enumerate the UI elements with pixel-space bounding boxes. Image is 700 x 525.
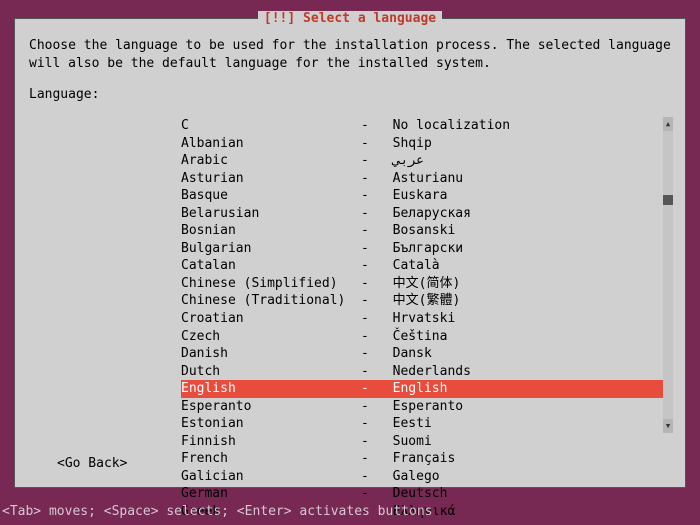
language-native: Asturianu xyxy=(377,170,669,188)
language-name: Bosnian xyxy=(181,222,361,240)
language-option[interactable]: Asturian- Asturianu xyxy=(181,170,673,188)
separator: - xyxy=(361,450,377,468)
language-native: English xyxy=(377,380,669,398)
language-name: Albanian xyxy=(181,135,361,153)
separator: - xyxy=(361,468,377,486)
language-option[interactable]: German- Deutsch xyxy=(181,485,673,503)
language-native: Bosanski xyxy=(377,222,669,240)
language-name: Catalan xyxy=(181,257,361,275)
separator: - xyxy=(361,187,377,205)
separator: - xyxy=(361,415,377,433)
language-native: عربي xyxy=(377,152,669,170)
separator: - xyxy=(361,380,377,398)
language-name: Dutch xyxy=(181,363,361,381)
language-option[interactable]: Chinese (Traditional)- 中文(繁體) xyxy=(181,292,673,310)
language-native: No localization xyxy=(377,117,669,135)
language-name: Belarusian xyxy=(181,205,361,223)
language-option[interactable]: Belarusian- Беларуская xyxy=(181,205,673,223)
scroll-down-arrow[interactable]: ▾ xyxy=(663,419,673,433)
language-option[interactable]: Bulgarian- Български xyxy=(181,240,673,258)
language-option[interactable]: C- No localization xyxy=(181,117,673,135)
language-option[interactable]: Arabic- عربي xyxy=(181,152,673,170)
separator: - xyxy=(361,328,377,346)
language-native: 中文(简体) xyxy=(377,275,669,293)
scroll-track[interactable] xyxy=(663,131,673,419)
language-option[interactable]: Albanian- Shqip xyxy=(181,135,673,153)
language-name: C xyxy=(181,117,361,135)
language-native: Deutsch xyxy=(377,485,669,503)
scroll-up-arrow[interactable]: ▴ xyxy=(663,117,673,131)
separator: - xyxy=(361,433,377,451)
separator: - xyxy=(361,152,377,170)
dialog-title-wrap: [!!] Select a language xyxy=(15,10,685,28)
language-option[interactable]: Estonian- Eesti xyxy=(181,415,673,433)
separator: - xyxy=(361,292,377,310)
language-name: Chinese (Simplified) xyxy=(181,275,361,293)
language-name: Basque xyxy=(181,187,361,205)
separator: - xyxy=(361,222,377,240)
dialog-title: [!!] Select a language xyxy=(258,11,442,26)
language-option[interactable]: Galician- Galego xyxy=(181,468,673,486)
language-dialog: [!!] Select a language Choose the langua… xyxy=(14,18,686,488)
separator: - xyxy=(361,345,377,363)
language-name: English xyxy=(181,380,361,398)
language-native: Eesti xyxy=(377,415,669,433)
language-name: German xyxy=(181,485,361,503)
separator: - xyxy=(361,135,377,153)
language-field-label: Language: xyxy=(15,72,685,112)
language-name: Esperanto xyxy=(181,398,361,416)
language-native: Čeština xyxy=(377,328,669,346)
language-name: Czech xyxy=(181,328,361,346)
language-option[interactable]: Basque- Euskara xyxy=(181,187,673,205)
language-option[interactable]: Bosnian- Bosanski xyxy=(181,222,673,240)
language-native: Shqip xyxy=(377,135,669,153)
go-back-button[interactable]: <Go Back> xyxy=(57,455,127,473)
language-name: French xyxy=(181,450,361,468)
separator: - xyxy=(361,275,377,293)
separator: - xyxy=(361,117,377,135)
separator: - xyxy=(361,170,377,188)
language-option[interactable]: Chinese (Simplified)- 中文(简体) xyxy=(181,275,673,293)
language-name: Estonian xyxy=(181,415,361,433)
language-name: Chinese (Traditional) xyxy=(181,292,361,310)
language-name: Asturian xyxy=(181,170,361,188)
language-option[interactable]: Esperanto- Esperanto xyxy=(181,398,673,416)
language-native: 中文(繁體) xyxy=(377,292,669,310)
language-name: Galician xyxy=(181,468,361,486)
language-option[interactable]: English- English xyxy=(181,380,673,398)
language-option[interactable]: French- Français xyxy=(181,450,673,468)
language-name: Finnish xyxy=(181,433,361,451)
language-option[interactable]: Finnish- Suomi xyxy=(181,433,673,451)
separator: - xyxy=(361,363,377,381)
separator: - xyxy=(361,485,377,503)
language-option[interactable]: Czech- Čeština xyxy=(181,328,673,346)
language-name: Arabic xyxy=(181,152,361,170)
separator: - xyxy=(361,240,377,258)
language-native: Esperanto xyxy=(377,398,669,416)
language-native: Nederlands xyxy=(377,363,669,381)
language-name: Croatian xyxy=(181,310,361,328)
language-option[interactable]: Danish- Dansk xyxy=(181,345,673,363)
language-native: Català xyxy=(377,257,669,275)
language-option[interactable]: Dutch- Nederlands xyxy=(181,363,673,381)
language-name: Danish xyxy=(181,345,361,363)
footer-hint: <Tab> moves; <Space> selects; <Enter> ac… xyxy=(2,503,432,521)
separator: - xyxy=(361,205,377,223)
language-native: Български xyxy=(377,240,669,258)
scroll-thumb[interactable] xyxy=(663,195,673,205)
language-native: Euskara xyxy=(377,187,669,205)
separator: - xyxy=(361,310,377,328)
language-native: Hrvatski xyxy=(377,310,669,328)
language-native: Беларуская xyxy=(377,205,669,223)
language-option[interactable]: Croatian- Hrvatski xyxy=(181,310,673,328)
language-option[interactable]: Catalan- Català xyxy=(181,257,673,275)
separator: - xyxy=(361,398,377,416)
language-native: Français xyxy=(377,450,669,468)
separator: - xyxy=(361,257,377,275)
language-name: Bulgarian xyxy=(181,240,361,258)
language-native: Dansk xyxy=(377,345,669,363)
language-list[interactable]: ▴ ▾ C- No localizationAlbanian- ShqipAra… xyxy=(181,117,673,433)
language-native: Suomi xyxy=(377,433,669,451)
language-native: Galego xyxy=(377,468,669,486)
